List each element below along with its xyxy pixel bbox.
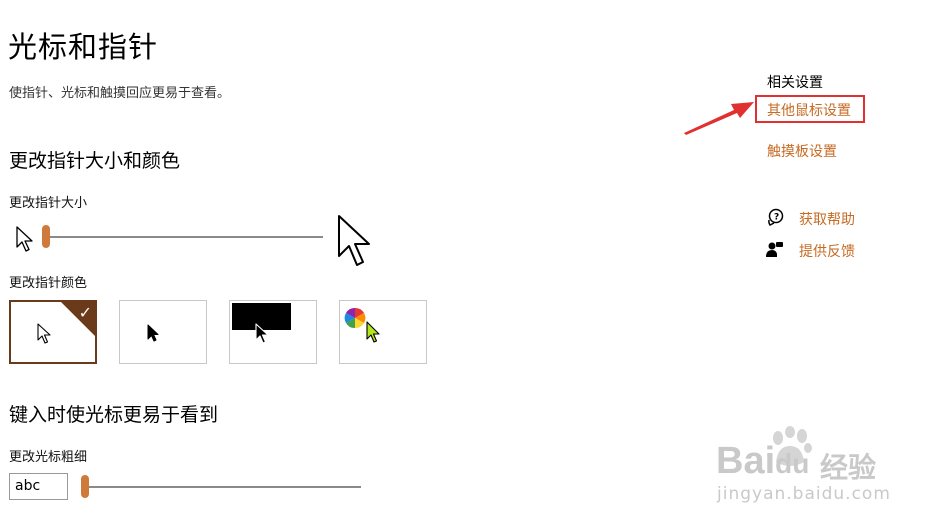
touchpad-settings-link[interactable]: 触摸板设置	[767, 141, 837, 161]
annotation-arrow-icon	[684, 102, 754, 135]
cursor-preview-box: abc	[9, 473, 68, 500]
cursor-visibility-heading: 键入时使光标更易于看到	[9, 404, 219, 426]
pointer-color-custom-option[interactable]	[339, 300, 427, 364]
watermark-cn: 经验	[820, 451, 877, 484]
custom-pointer-icon	[366, 321, 380, 343]
cursor-thickness-label: 更改光标粗细	[9, 450, 88, 465]
pointer-color-black-option[interactable]	[119, 300, 207, 364]
get-help-link[interactable]: 获取帮助	[799, 209, 855, 229]
feedback-icon	[766, 242, 783, 257]
watermark-url: jingyan.baidu.com	[717, 484, 891, 504]
pointer-size-slider-thumb[interactable]	[42, 225, 50, 248]
cursor-thickness-slider-thumb[interactable]	[81, 475, 89, 498]
feedback-link[interactable]: 提供反馈	[799, 241, 855, 261]
other-mouse-settings-link[interactable]: 其他鼠标设置	[767, 100, 851, 120]
large-pointer-icon	[338, 215, 370, 266]
watermark-brand: Baidu	[716, 440, 810, 482]
pointer-color-inverted-option[interactable]	[229, 300, 317, 364]
pointer-size-label: 更改指针大小	[9, 196, 88, 211]
pointer-color-white-option[interactable]: ✓	[9, 300, 97, 364]
pointer-size-slider-track[interactable]	[44, 236, 323, 238]
page-title: 光标和指针	[8, 30, 159, 64]
svg-text:?: ?	[774, 213, 779, 223]
inverted-pointer-icon	[255, 323, 269, 344]
cursor-thickness-slider-track[interactable]	[84, 486, 361, 488]
white-pointer-icon	[37, 323, 51, 344]
small-pointer-icon	[16, 226, 33, 252]
checkmark-icon: ✓	[78, 303, 92, 322]
page-description: 使指针、光标和触摸回应更易于查看。	[9, 86, 231, 101]
color-wheel-icon	[344, 307, 366, 329]
get-help-icon: ?	[768, 208, 784, 226]
cursor-preview-text: abc	[15, 478, 41, 494]
pointer-size-color-heading: 更改指针大小和颜色	[9, 150, 181, 172]
pointer-color-label: 更改指针颜色	[9, 276, 88, 291]
black-pointer-icon	[147, 324, 159, 342]
related-settings-title: 相关设置	[767, 75, 823, 91]
